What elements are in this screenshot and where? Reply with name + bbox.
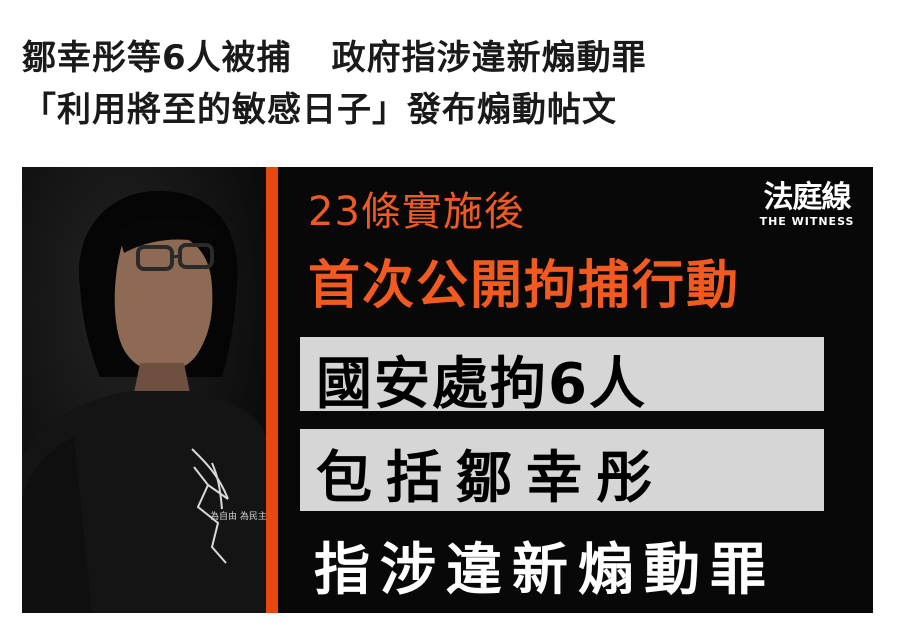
headline-line-1: 鄒幸彤等6人被捕 政府指涉違新煽動罪	[22, 32, 882, 84]
person-portrait: 為自由 為民主 再戰	[22, 167, 288, 613]
shirt-slogan: 為自由 為民主 再戰	[210, 510, 266, 522]
news-graphic: 為自由 為民主 再戰 23條實施後 首次公開拘捕行動 國安處拘6人 包括鄒幸彤 …	[22, 167, 873, 613]
orange-divider	[266, 167, 278, 613]
headline-part-1: 鄒幸彤等6人被捕	[22, 38, 292, 78]
portrait-photo: 為自由 為民主 再戰	[22, 167, 288, 613]
graphic-kicker: 23條實施後	[308, 189, 525, 235]
highlight-text-2: 包括鄒幸彤	[316, 446, 666, 511]
graphic-lead: 首次公開拘捕行動	[308, 256, 741, 316]
logo-wordmark: 法庭線	[763, 180, 852, 215]
the-witness-logo: 法庭線 THE WITNESS	[752, 181, 862, 229]
highlight-box-1: 國安處拘6人	[300, 337, 824, 417]
logo-subtitle: THE WITNESS	[759, 215, 855, 228]
headline-line-2: 「利用將至的敏感日子」發布煽動帖文	[22, 90, 617, 130]
highlight-text-1: 國安處拘6人	[316, 352, 647, 417]
headline-part-2: 政府指涉違新煽動罪	[331, 38, 647, 78]
article-headline: 鄒幸彤等6人被捕 政府指涉違新煽動罪 「利用將至的敏感日子」發布煽動帖文	[22, 32, 882, 136]
graphic-charge-text: 指涉違新煽動罪	[314, 538, 776, 603]
highlight-box-2: 包括鄒幸彤	[300, 429, 824, 511]
